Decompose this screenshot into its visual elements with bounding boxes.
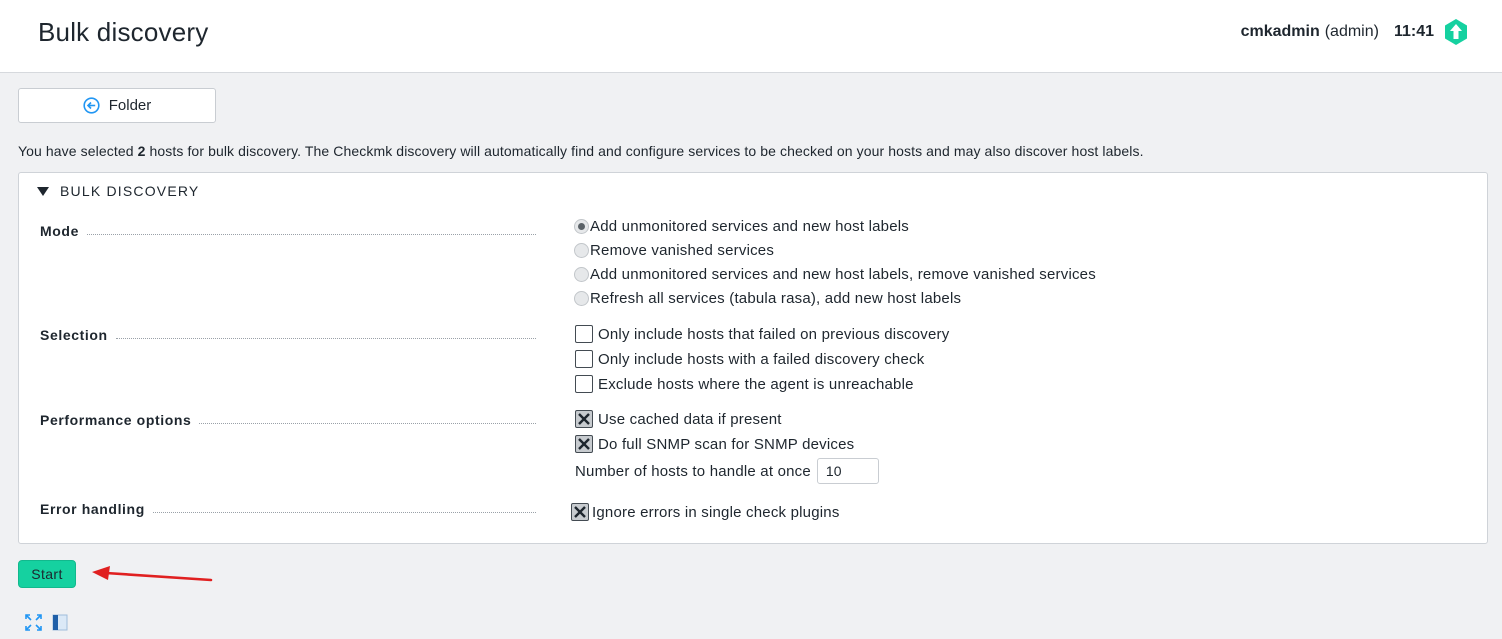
fullscreen-icon[interactable] [25,614,42,636]
radio-button[interactable] [574,219,589,234]
user-name[interactable]: cmkadmin [1241,23,1320,41]
performance-option-cached-data[interactable]: Use cached data if present [575,410,782,428]
performance-options-label: Performance options [40,412,536,428]
performance-option-snmp-scan[interactable]: Do full SNMP scan for SNMP devices [575,435,854,453]
footer-icons [25,614,68,636]
bulk-discovery-panel: BULK DISCOVERY Mode Add unmonitored serv… [18,172,1488,544]
selection-option-failed-check[interactable]: Only include hosts with a failed discove… [575,350,924,368]
radio-button[interactable] [574,243,589,258]
sidebar-toggle-icon[interactable] [52,614,68,636]
checkbox[interactable] [575,375,593,393]
radio-button[interactable] [574,267,589,282]
mode-option-remove[interactable]: Remove vanished services [574,242,774,259]
radio-button[interactable] [574,291,589,306]
hosts-at-once-row: Number of hosts to handle at once [575,458,879,484]
hosts-at-once-label: Number of hosts to handle at once [575,462,811,480]
mode-option-refresh[interactable]: Refresh all services (tabula rasa), add … [574,290,961,307]
red-arrow-annotation-icon [92,566,213,582]
checkbox[interactable] [575,410,593,428]
info-text-before: You have selected [18,143,138,159]
selected-host-count: 2 [137,143,146,159]
selection-label: Selection [40,327,536,343]
checkbox[interactable] [575,435,593,453]
user-area: cmkadmin (admin) 11:41 [1241,18,1468,46]
green-up-arrow-icon[interactable] [1444,18,1468,46]
mode-option-add-remove[interactable]: Add unmonitored services and new host la… [574,266,1096,283]
error-handling-label: Error handling [40,501,536,517]
checkbox[interactable] [571,503,589,521]
checkbox[interactable] [575,325,593,343]
error-option-ignore-errors[interactable]: Ignore errors in single check plugins [571,503,840,521]
panel-title: BULK DISCOVERY [60,183,200,199]
selection-info-text: You have selected 2 hosts for bulk disco… [18,143,1144,159]
selection-option-exclude-unreachable[interactable]: Exclude hosts where the agent is unreach… [575,375,914,393]
mode-label: Mode [40,223,536,239]
hosts-at-once-input[interactable] [816,458,879,484]
start-button[interactable]: Start [18,560,76,588]
page-title: Bulk discovery [38,17,209,47]
collapse-triangle-icon [37,186,49,196]
selection-option-failed-previous[interactable]: Only include hosts that failed on previo… [575,325,949,343]
folder-button-label: Folder [108,97,152,114]
panel-header[interactable]: BULK DISCOVERY [37,183,199,199]
clock: 11:41 [1393,23,1434,40]
checkbox[interactable] [575,350,593,368]
info-text-after: hosts for bulk discovery. The Checkmk di… [145,143,1144,159]
mode-option-add[interactable]: Add unmonitored services and new host la… [574,218,909,235]
folder-button[interactable]: Folder [18,88,216,123]
top-bar: Bulk discovery cmkadmin (admin) 11:41 [0,0,1502,73]
back-circle-icon [83,97,100,114]
user-role: (admin) [1324,23,1379,40]
